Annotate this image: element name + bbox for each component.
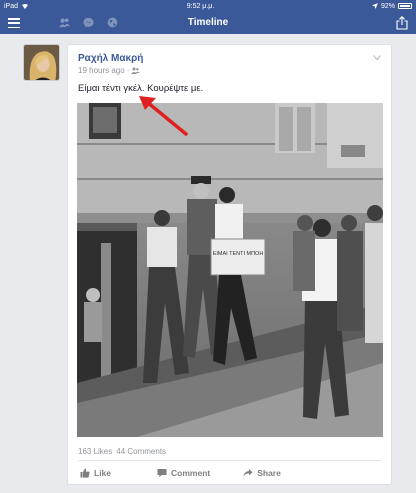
- battery-percent: 92%: [380, 2, 395, 10]
- chevron-down-icon[interactable]: [373, 55, 381, 61]
- wifi-icon: [22, 4, 29, 9]
- battery-icon: [398, 3, 412, 9]
- divider: [78, 460, 381, 461]
- sign-text: ΕΙΜΑΙ ΤΕΝΤΙ ΜΠΟΗ: [213, 251, 264, 257]
- post-author[interactable]: Ραχήλ Μακρή: [78, 53, 143, 64]
- post-card: Ραχήλ Μακρή 19 hours ago · Είμαι τέντι γ…: [67, 44, 392, 485]
- post-actions: Like Comment Share: [78, 465, 381, 481]
- comments-count[interactable]: 44 Comments: [116, 447, 166, 456]
- meta-separator: ·: [126, 66, 130, 75]
- page-title: Timeline: [187, 17, 229, 28]
- share-arrow-icon: [243, 469, 253, 477]
- status-time: 9:52 μ.μ.: [186, 2, 215, 10]
- navbar: Timeline: [0, 12, 416, 34]
- share-button[interactable]: Share: [243, 465, 281, 481]
- like-label: Like: [94, 468, 112, 478]
- post-meta: 19 hours ago ·: [78, 66, 141, 75]
- post-photo[interactable]: ΕΙΜΑΙ ΤΕΝΤΙ ΜΠΟΗ: [77, 103, 383, 437]
- comment-label: Comment: [171, 468, 211, 478]
- location-icon: [371, 3, 378, 9]
- post-stats: 163 Likes 44 Comments: [78, 447, 166, 456]
- share-icon[interactable]: [396, 16, 408, 30]
- avatar[interactable]: [23, 44, 60, 81]
- device-label: iPad: [4, 2, 19, 10]
- share-label: Share: [257, 468, 281, 478]
- privacy-friends-icon: [131, 67, 141, 74]
- thumbs-up-icon: [80, 468, 90, 478]
- post-timestamp[interactable]: 19 hours ago: [78, 66, 125, 75]
- comment-button[interactable]: Comment: [157, 465, 210, 481]
- red-arrow-annotation: [139, 96, 188, 136]
- comment-icon: [157, 469, 167, 478]
- status-bar: iPad 9:52 μ.μ. 92%: [0, 0, 416, 12]
- likes-count[interactable]: 163 Likes: [78, 447, 112, 456]
- like-button[interactable]: Like: [80, 465, 111, 481]
